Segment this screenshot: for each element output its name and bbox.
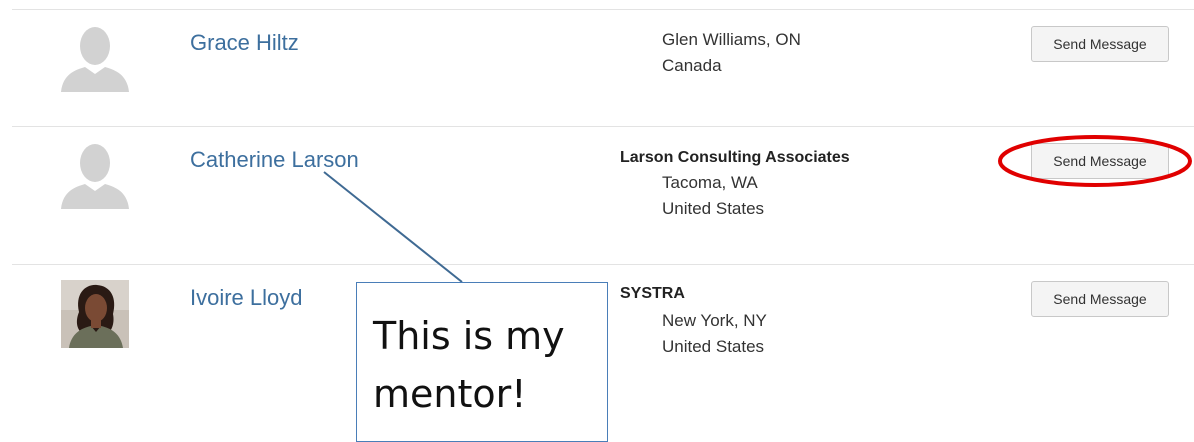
divider <box>12 9 1194 10</box>
default-avatar-icon <box>61 24 129 92</box>
location-country: Canada <box>662 56 722 75</box>
location-city: Tacoma, WA <box>662 173 758 192</box>
callout-note-box: This is my mentor! <box>356 282 608 442</box>
location-city: New York, NY <box>662 311 767 330</box>
member-location: Glen Williams, ON Canada <box>662 27 801 79</box>
member-organization: SYSTRA <box>620 285 685 302</box>
member-location: Tacoma, WA United States <box>662 170 764 222</box>
profile-photo <box>61 280 129 348</box>
member-organization: Larson Consulting Associates <box>620 149 850 166</box>
member-name-link[interactable]: Ivoire Lloyd <box>190 285 303 311</box>
send-message-button[interactable]: Send Message <box>1031 281 1169 317</box>
default-avatar-icon <box>61 141 129 209</box>
send-message-button[interactable]: Send Message <box>1031 26 1169 62</box>
member-location: New York, NY United States <box>662 308 767 360</box>
member-name-link[interactable]: Catherine Larson <box>190 147 359 173</box>
location-city: Glen Williams, ON <box>662 30 801 49</box>
member-name-link[interactable]: Grace Hiltz <box>190 30 299 56</box>
callout-text-line2: mentor! <box>373 372 527 416</box>
divider <box>12 264 1194 265</box>
divider <box>12 126 1194 127</box>
send-message-button[interactable]: Send Message <box>1031 143 1169 179</box>
location-country: United States <box>662 337 765 356</box>
callout-text-line1: This is my <box>373 314 565 358</box>
location-country: United States <box>662 199 765 218</box>
